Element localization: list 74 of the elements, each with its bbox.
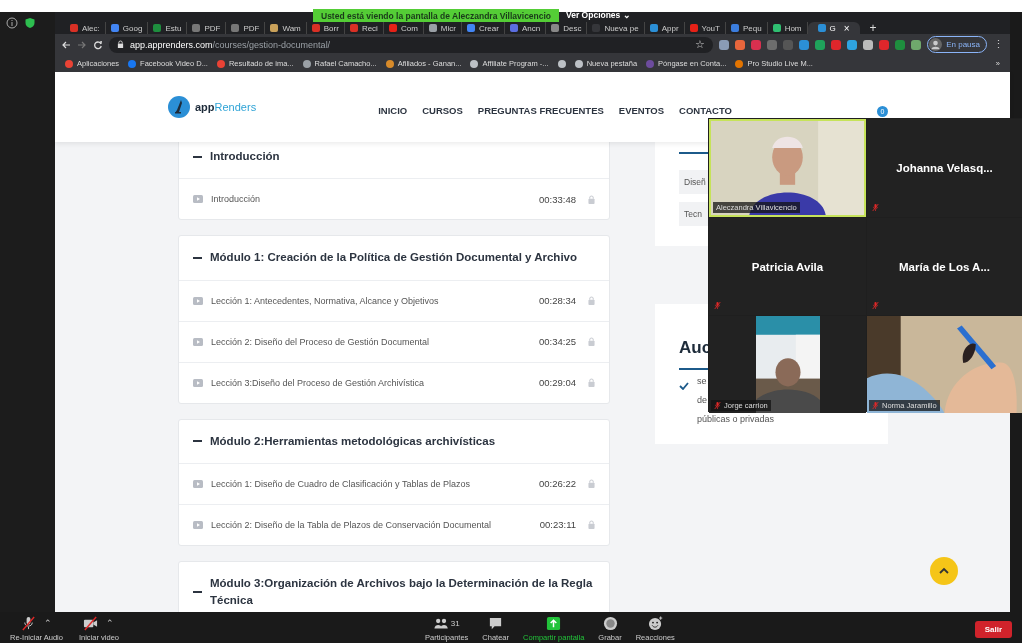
video-icon — [193, 520, 203, 529]
extension-icon[interactable] — [815, 39, 826, 50]
bookmark-star-icon[interactable]: ☆ — [695, 38, 706, 51]
caret-icon[interactable]: ⌃ — [106, 618, 115, 628]
video-icon — [193, 378, 203, 387]
extension-icon[interactable] — [799, 39, 810, 50]
back-icon[interactable] — [61, 39, 71, 50]
extension-icon[interactable] — [911, 39, 922, 50]
reload-icon[interactable] — [93, 39, 103, 50]
lock-icon — [117, 40, 124, 49]
extension-icon[interactable] — [735, 39, 746, 50]
extension-icon[interactable] — [895, 39, 906, 50]
caret-icon[interactable]: ⌃ — [43, 618, 52, 628]
leave-button[interactable]: Salir — [974, 621, 1012, 638]
extension-icon[interactable] — [847, 39, 858, 50]
emoji-icon — [647, 615, 663, 631]
lesson-row[interactable]: Introducción 00:33:48 — [179, 178, 609, 220]
lesson-row[interactable]: Lección 1: Antecedentes, Normativa, Alcance y Objetivos 00:28:34 — [179, 279, 609, 321]
lock-icon — [588, 378, 595, 387]
browser-tab[interactable]: G × — [807, 22, 860, 34]
brand-name[interactable]: appRenders — [195, 101, 257, 113]
logo-icon[interactable] — [167, 95, 191, 119]
audience-text: se — [697, 376, 707, 386]
video-icon — [193, 479, 203, 488]
audience-text: de — [697, 395, 707, 405]
audience-text: públicas o privadas — [697, 414, 775, 424]
shield-icon[interactable] — [24, 17, 36, 29]
lesson-row[interactable]: Lección 1: Diseño de Cuadro de Clasificación y Tablas de Plazos 00:26:22 — [179, 462, 609, 504]
view-options-menu[interactable]: Ver Opciones ⌄ — [566, 10, 631, 20]
lesson-row[interactable]: Lección 2: Diseño del Proceso de Gestión Documental 00:34:25 — [179, 320, 609, 362]
nav-link[interactable]: EVENTOS — [618, 104, 665, 116]
lock-icon — [588, 520, 595, 530]
menu-icon[interactable]: ⋮ — [993, 38, 1004, 51]
nav-link[interactable]: CURSOS — [422, 104, 463, 116]
participant-name: Patricia Avila — [751, 260, 824, 273]
extension-icon[interactable] — [863, 39, 874, 50]
lock-icon — [588, 194, 595, 204]
collapse-icon[interactable] — [193, 256, 202, 259]
extension-icon[interactable] — [719, 39, 730, 50]
lesson-row[interactable]: Lección 2: Diseño de la Tabla de Plazos de Conservación Documental 00:23:11 — [179, 503, 609, 545]
info-icon[interactable] — [6, 17, 18, 29]
share-banner: Usted está viendo la pantalla de Aleczandra Villavicencio — [313, 9, 560, 22]
module-header[interactable]: Introducción — [179, 142, 609, 179]
forward-icon[interactable] — [77, 39, 87, 50]
nav-link[interactable]: INICIO — [378, 104, 408, 116]
lock-icon — [588, 479, 595, 489]
participant-name: Johanna Velasq... — [896, 162, 993, 174]
avatar-icon — [929, 38, 943, 51]
check-icon — [679, 382, 689, 390]
module-header[interactable]: Módulo 2:Herramientas metodológicas archivísticas — [179, 419, 609, 463]
scroll-top-button[interactable] — [930, 557, 958, 585]
collapse-icon[interactable] — [193, 155, 202, 158]
lock-icon — [588, 296, 595, 305]
new-tab-button[interactable]: + — [869, 22, 877, 34]
category-tag[interactable]: Diseñ — [679, 170, 708, 194]
lock-icon — [588, 337, 595, 346]
category-tag[interactable]: Tecn — [679, 202, 708, 226]
lesson-row[interactable]: Lección 3:Diseño del Proceso de Gestión Archivística 00:29:04 — [179, 361, 609, 403]
module-header[interactable]: Módulo 3:Organización de Archivos bajo la Determinación de la Regla Técnica — [179, 561, 609, 612]
video-icon — [193, 195, 203, 204]
video-icon — [193, 337, 203, 346]
record-icon — [602, 615, 618, 631]
nav-link[interactable]: CONTACTO — [679, 104, 732, 116]
share-screen-icon — [546, 615, 562, 631]
participant-name: María de Los A... — [899, 260, 990, 273]
bookmark-icon[interactable] — [557, 59, 566, 68]
video-icon — [193, 296, 203, 305]
collapse-icon[interactable] — [193, 440, 202, 443]
extension-icon[interactable] — [751, 39, 762, 50]
module-header[interactable]: Módulo 1: Creación de la Política de Gestión Documental y Archivo — [179, 236, 609, 280]
chat-icon — [488, 615, 504, 631]
nav-link[interactable]: PREGUNTAS FRECUENTES — [477, 104, 604, 116]
address-field[interactable]: app.apprenders.com/courses/gestion-documental/ ☆ — [109, 36, 714, 53]
close-icon[interactable]: × — [843, 22, 850, 34]
